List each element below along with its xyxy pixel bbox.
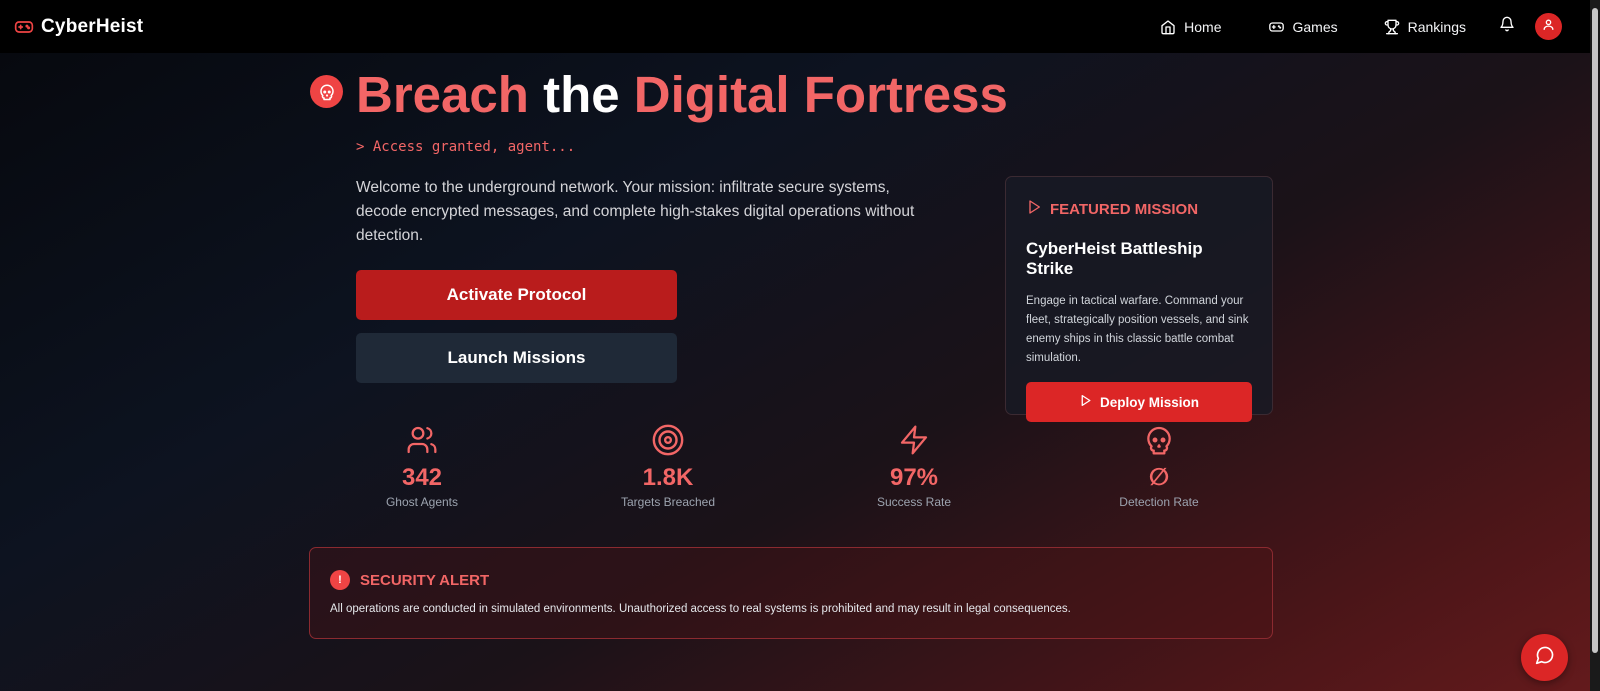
user-icon	[1542, 18, 1555, 36]
play-icon	[1079, 394, 1092, 410]
featured-title: CyberHeist Battleship Strike	[1026, 239, 1203, 278]
brand[interactable]: CyberHeist	[14, 16, 143, 38]
nav-links: Home Games Rankings	[1160, 13, 1576, 40]
nav-link-label: Rankings	[1407, 18, 1466, 35]
stat-label: Targets Breached	[620, 495, 716, 509]
stat-label: Ghost Agents	[385, 495, 459, 509]
home-icon	[1160, 19, 1176, 35]
alert-title: SECURITY ALERT	[360, 571, 490, 589]
featured-mission-card: FEATURED MISSION CyberHeist Battleship S…	[1005, 176, 1273, 422]
stat-ghost-agents: 342 Ghost Agents	[332, 422, 512, 509]
nav-link-label: Home	[1184, 18, 1222, 35]
trophy-icon	[1384, 19, 1400, 35]
launch-missions-button[interactable]: Launch Missions	[356, 333, 677, 383]
stat-value: 342	[401, 464, 443, 491]
brand-name: CyberHeist	[41, 15, 144, 37]
alert-icon: !	[330, 570, 350, 590]
stat-targets-breached: 1.8K Targets Breached	[578, 422, 758, 509]
stat-label: Detection Rate	[1119, 495, 1199, 509]
notifications-button[interactable]	[1499, 16, 1515, 37]
skull-icon	[310, 75, 343, 108]
target-icon	[578, 422, 758, 458]
stat-detection-rate: ∅ Detection Rate	[1069, 422, 1249, 509]
security-alert: ! SECURITY ALERT All operations are cond…	[309, 547, 1273, 639]
title-part-breach: Breach	[356, 66, 529, 123]
terminal-text: > Access granted, agent...	[356, 139, 576, 155]
lightning-icon	[824, 422, 1004, 458]
gamepad-icon	[1268, 19, 1285, 35]
stat-value: ∅	[1148, 464, 1170, 491]
stat-value: 1.8K	[642, 464, 694, 491]
page-title: Breach the Digital Fortress	[356, 64, 1008, 126]
top-navbar: CyberHeist Home Games Rankings	[0, 0, 1590, 53]
scrollbar-thumb[interactable]	[1592, 8, 1598, 653]
play-icon	[1026, 199, 1042, 220]
user-avatar-button[interactable]	[1535, 13, 1562, 40]
nav-link-games[interactable]: Games	[1268, 19, 1338, 35]
nav-link-home[interactable]: Home	[1160, 18, 1222, 35]
intro-paragraph: Welcome to the underground network. Your…	[356, 179, 915, 244]
featured-header: FEATURED MISSION	[1026, 199, 1252, 220]
gamepad-icon	[14, 17, 34, 37]
stat-value: 97%	[889, 464, 939, 491]
alert-header: ! SECURITY ALERT	[330, 570, 1252, 590]
nav-link-rankings[interactable]: Rankings	[1384, 19, 1466, 35]
alert-text: All operations are conducted in simulate…	[330, 603, 1071, 615]
nav-link-label: Games	[1292, 18, 1338, 35]
stat-label: Success Rate	[876, 495, 952, 509]
chat-icon	[1535, 645, 1555, 670]
featured-description: Engage in tactical warfare. Command your…	[1026, 295, 1249, 364]
activate-protocol-button[interactable]: Activate Protocol	[356, 270, 677, 320]
title-part-the: the	[543, 66, 620, 123]
scrollbar[interactable]	[1590, 0, 1600, 691]
title-part-fortress: Digital Fortress	[633, 66, 1008, 123]
deploy-mission-button[interactable]: Deploy Mission	[1026, 382, 1252, 422]
skull-icon	[1069, 422, 1249, 458]
users-icon	[332, 422, 512, 458]
deploy-mission-label: Deploy Mission	[1099, 394, 1199, 410]
chat-button[interactable]	[1521, 634, 1568, 681]
stat-success-rate: 97% Success Rate	[824, 422, 1004, 509]
featured-label: FEATURED MISSION	[1050, 201, 1199, 218]
bell-icon	[1499, 16, 1515, 37]
